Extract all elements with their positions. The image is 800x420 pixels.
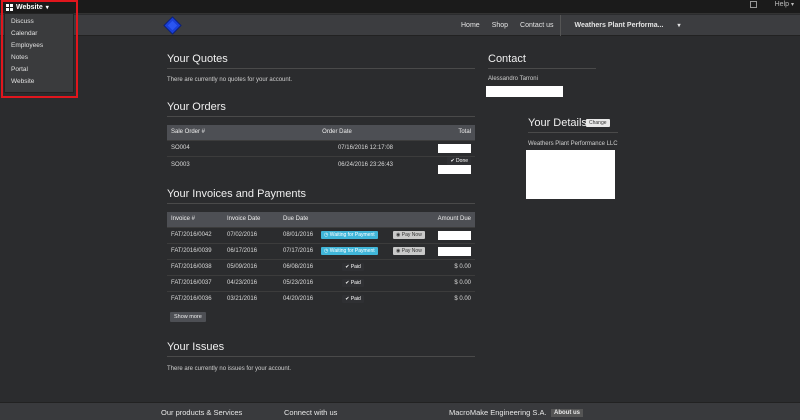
order-total [438,143,471,153]
table-row[interactable]: SO004 07/16/2016 12:17:08 [167,139,475,156]
status-badge: ✔ Paid [342,295,364,304]
status-text: Done [456,157,468,164]
divider [167,203,475,204]
invoice-date: 03/21/2016 [223,290,279,307]
amount-due: $ 0.00 [429,258,475,275]
amount-due [438,230,471,240]
invoice-date: 04/23/2016 [223,274,279,291]
due-date: 06/08/2016 [279,258,318,275]
col-header: Total [397,125,475,140]
due-date: 05/23/2016 [279,274,318,291]
col-header: Order Date [277,125,397,140]
contact-name: Alessandro Tarroni [488,76,538,82]
amount-due: $ 0.00 [429,274,475,291]
help-menu[interactable]: Help ▾ [775,1,794,8]
status-badge: ◷ Waiting for Payment [321,231,378,239]
chevron-down-icon: ▾ [677,23,681,29]
user-name: Weathers Plant Performa... [574,22,664,29]
footer-products-heading: Our products & Services [161,408,243,417]
col-header [317,212,390,227]
invoice-id[interactable]: FAT/2016/0038 [167,258,223,275]
user-menu[interactable]: Weathers Plant Performa... ▾ [561,22,693,29]
invoice-date: 07/02/2016 [223,226,279,243]
contact-title: Contact [488,53,526,65]
quotes-title: Your Quotes [167,53,228,65]
company-name: Weathers Plant Performance LLC [528,141,618,147]
col-header: Invoice # [167,212,223,227]
invoice-id[interactable]: FAT/2016/0037 [167,274,223,291]
issues-empty-text: There are currently no issues for your a… [167,366,292,372]
status-text: Paid [350,296,361,303]
invoices-table: Invoice # Invoice Date Due Date Amount D… [167,212,475,307]
status-text: Waiting for Payment [329,248,375,254]
admin-topbar: Website ▾ Help ▾ [0,0,800,14]
divider [167,116,475,117]
pay-now-label: Pay Now [401,232,422,238]
divider [167,68,475,69]
invoice-id[interactable]: FAT/2016/0036 [167,290,223,307]
invoice-date: 05/09/2016 [223,258,279,275]
order-date: 06/24/2016 23:26:43 [277,155,397,174]
col-header: Sale Order # [167,125,277,140]
table-row[interactable]: FAT/2016/0038 05/09/2016 06/08/2016 ✔ Pa… [167,258,475,275]
website-navbar: Home Shop Contact us Weathers Plant Perf… [0,15,800,36]
orders-title: Your Orders [167,101,226,113]
col-header [389,212,430,227]
divider [528,132,618,133]
due-date: 08/01/2016 [279,226,318,243]
due-date: 04/20/2016 [279,290,318,307]
chevron-down-icon: ▾ [790,2,794,8]
orders-table: Sale Order # Order Date Total SO004 07/1… [167,125,475,174]
table-row[interactable]: SO003 06/24/2016 23:26:43 ✔ Done [167,155,475,174]
due-date: 07/17/2016 [279,242,318,259]
pay-now-button[interactable]: ◉ Pay Now [393,247,425,255]
invoice-id[interactable]: FAT/2016/0039 [167,242,223,259]
quotes-empty-text: There are currently no quotes for your a… [167,77,293,83]
divider [167,356,475,357]
table-row[interactable]: FAT/2016/0036 03/21/2016 04/20/2016 ✔ Pa… [167,290,475,307]
show-more-button[interactable]: Show more [170,312,206,322]
order-date: 07/16/2016 12:17:08 [277,139,397,156]
amount-due [438,246,471,256]
col-header: Amount Due [429,212,475,227]
help-label: Help [774,1,790,8]
highlight-box [1,0,78,98]
nav-home[interactable]: Home [455,22,486,29]
order-id[interactable]: SO003 [167,155,277,174]
pay-now-button[interactable]: ◉ Pay Now [393,231,425,239]
details-title: Your Details [528,117,587,129]
details-address-box [526,150,615,199]
col-header: Due Date [279,212,318,227]
divider [488,68,596,69]
footer: Our products & Services Connect with us … [0,402,800,420]
contact-info-box [486,86,563,97]
invoice-date: 06/17/2016 [223,242,279,259]
issues-title: Your Issues [167,341,225,353]
window-icon[interactable] [749,1,757,8]
status-text: Waiting for Payment [329,232,375,238]
invoice-id[interactable]: FAT/2016/0042 [167,226,223,243]
status-badge: ✔ Done [447,156,471,165]
table-row[interactable]: FAT/2016/0037 04/23/2016 05/23/2016 ✔ Pa… [167,274,475,291]
about-us-link[interactable]: About us [551,409,583,417]
status-badge: ✔ Paid [342,279,364,287]
table-row[interactable]: FAT/2016/0039 06/17/2016 07/17/2016 ◷ Wa… [167,242,475,259]
amount-due: $ 0.00 [429,290,475,307]
status-badge: ✔ Paid [342,263,364,271]
order-total [438,164,471,174]
col-header: Invoice Date [223,212,279,227]
nav-contact[interactable]: Contact us [514,22,559,29]
pay-now-label: Pay Now [401,248,422,254]
footer-company-name: MacroMake Engineering S.A. [449,408,547,417]
status-text: Paid [350,264,361,270]
company-logo-icon[interactable] [163,16,182,35]
invoices-title: Your Invoices and Payments [167,188,307,200]
status-badge: ◷ Waiting for Payment [321,247,378,255]
order-id[interactable]: SO004 [167,139,277,156]
footer-connect-heading: Connect with us [284,408,338,417]
nav-shop[interactable]: Shop [486,22,514,29]
change-button[interactable]: Change [586,119,610,127]
status-text: Paid [350,280,361,286]
table-row[interactable]: FAT/2016/0042 07/02/2016 08/01/2016 ◷ Wa… [167,226,475,243]
